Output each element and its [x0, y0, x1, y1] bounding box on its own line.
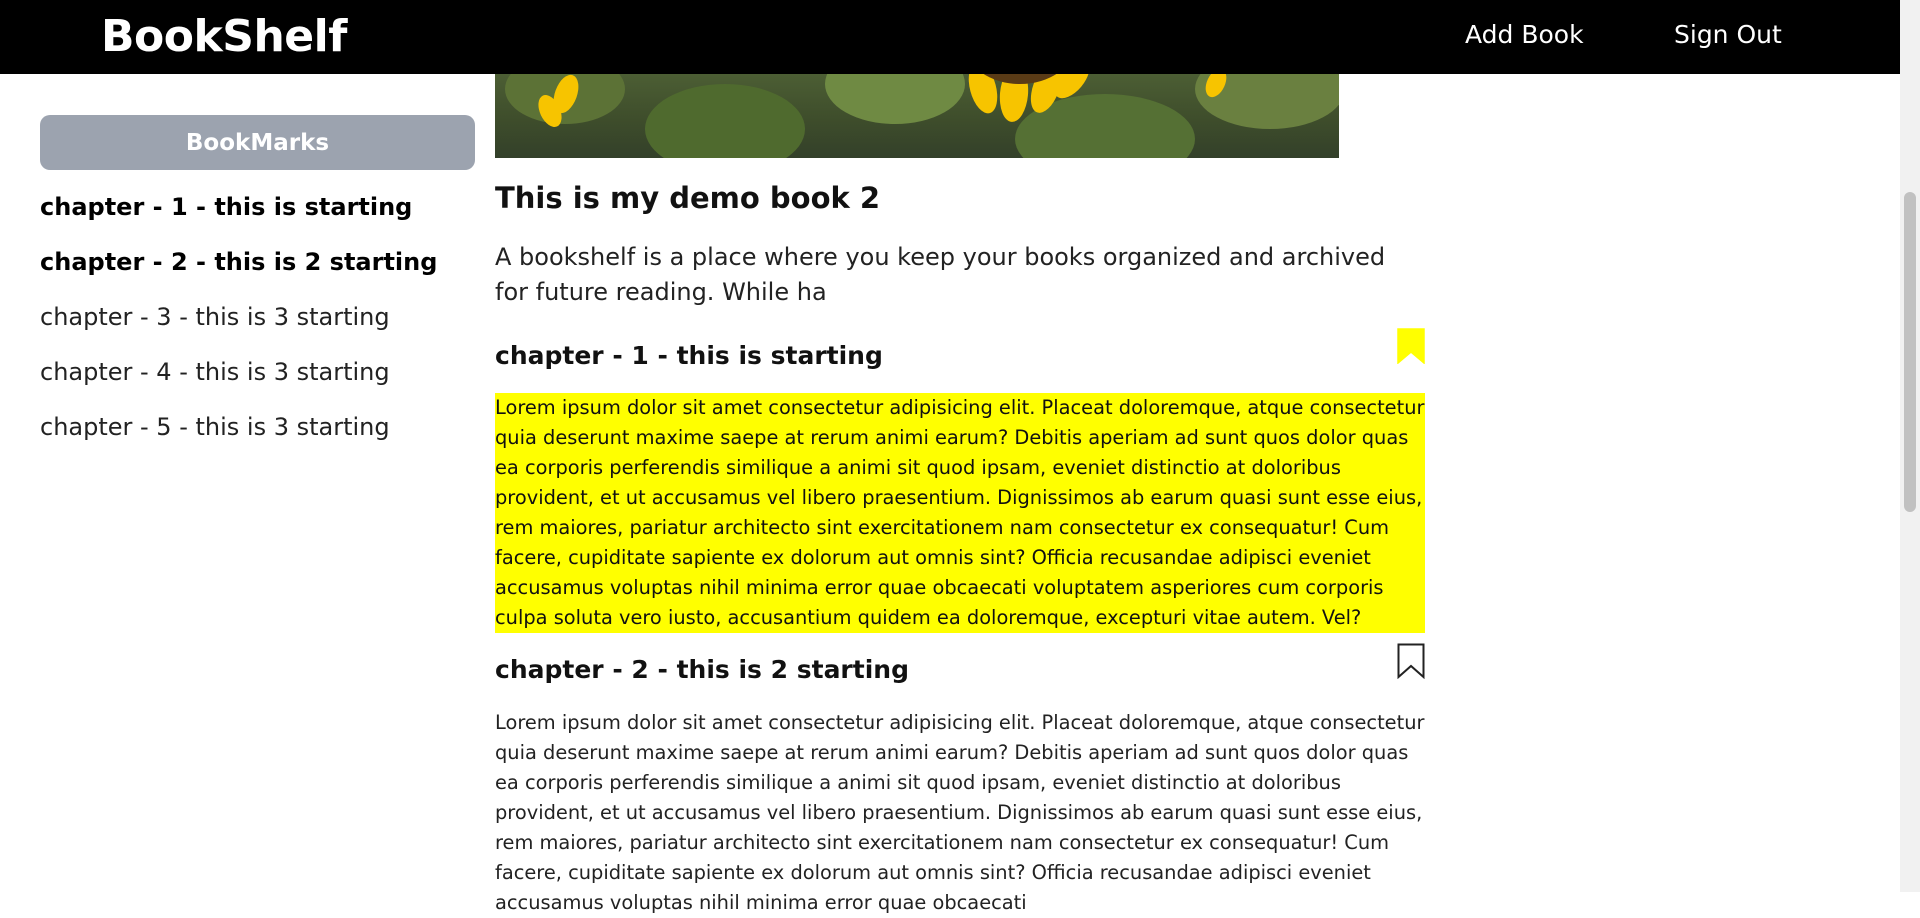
book-cover-image [495, 74, 1339, 158]
bookmark-item-chapter-4[interactable]: chapter - 4 - this is 3 starting [40, 358, 390, 386]
vertical-scrollbar[interactable] [1900, 0, 1920, 892]
bookmarks-header-button[interactable]: BookMarks [40, 115, 475, 170]
navbar: BookShelf Add Book Sign Out [0, 0, 1900, 74]
scrollbar-thumb[interactable] [1904, 192, 1916, 512]
chapter-2-title: chapter - 2 - this is 2 starting [495, 655, 909, 684]
bookmark-filled-icon[interactable] [1397, 328, 1425, 364]
bookmark-item-chapter-2[interactable]: chapter - 2 - this is 2 starting [40, 248, 437, 276]
sign-out-link[interactable]: Sign Out [1674, 20, 1782, 49]
chapter-1-title: chapter - 1 - this is starting [495, 341, 883, 370]
bookmark-item-chapter-1[interactable]: chapter - 1 - this is starting [40, 193, 412, 221]
bookmarks-sidebar: BookMarks chapter - 1 - this is starting… [40, 115, 475, 441]
chapter-2-body: Lorem ipsum dolor sit amet consectetur a… [495, 711, 1425, 914]
brand-logo[interactable]: BookShelf [101, 11, 347, 62]
book-title: This is my demo book 2 [495, 181, 881, 215]
bookmark-outline-icon[interactable] [1397, 643, 1425, 679]
add-book-link[interactable]: Add Book [1465, 20, 1584, 49]
bookmark-item-chapter-5[interactable]: chapter - 5 - this is 3 starting [40, 413, 390, 441]
chapter-1-body: Lorem ipsum dolor sit amet consectetur a… [495, 393, 1425, 633]
bookmark-item-chapter-3[interactable]: chapter - 3 - this is 3 starting [40, 303, 390, 331]
book-description: A bookshelf is a place where you keep yo… [495, 243, 1386, 306]
